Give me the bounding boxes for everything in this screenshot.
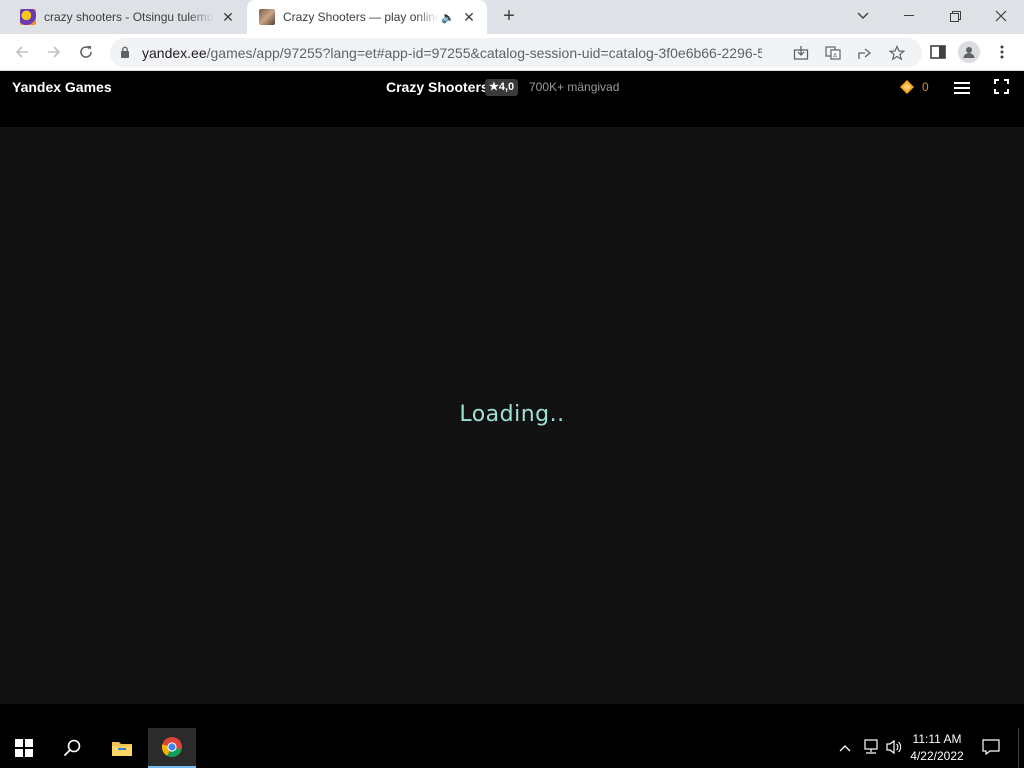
close-tab-icon[interactable]: ✕ (220, 9, 236, 25)
restore-button[interactable] (932, 0, 978, 32)
audio-playing-icon[interactable]: 🔈 (441, 11, 455, 24)
tab-search-chevron-icon[interactable] (840, 0, 886, 32)
url-text[interactable]: yandex.ee/games/app/97255?lang=et#app-id… (142, 45, 762, 61)
yandex-games-header: Yandex Games Crazy Shooters ★4,0 700K+ m… (0, 71, 1024, 127)
translate-icon[interactable]: A (823, 43, 843, 63)
notifications-icon[interactable] (982, 739, 1000, 758)
network-icon[interactable] (862, 739, 880, 758)
tab-strip: crazy shooters - Otsingu tulemused ✕ Cra… (0, 0, 1024, 34)
chrome-menu-icon[interactable] (991, 41, 1013, 63)
clock-date[interactable]: 4/22/2022 (905, 749, 969, 763)
coin-balance[interactable]: 0 (922, 80, 929, 94)
volume-icon[interactable] (885, 739, 903, 758)
tab-search-results[interactable]: crazy shooters - Otsingu tulemused ✕ (8, 0, 246, 34)
start-button[interactable] (0, 728, 48, 768)
close-tab-icon[interactable]: ✕ (461, 9, 477, 25)
new-tab-button[interactable]: + (499, 6, 519, 27)
windows-taskbar: 11:11 AM 4/22/2022 (0, 728, 1024, 768)
minimize-button[interactable] (886, 0, 932, 32)
rating-badge: ★4,0 (485, 79, 519, 96)
loading-text: Loading.. (459, 402, 565, 427)
chrome-taskbar-button[interactable] (148, 728, 196, 768)
fullscreen-icon[interactable] (994, 79, 1009, 94)
yandex-games-logo[interactable]: Yandex Games (12, 79, 112, 95)
chrome-icon (161, 737, 182, 758)
file-explorer-button[interactable] (98, 728, 146, 768)
forward-button[interactable] (42, 40, 66, 64)
address-bar[interactable]: yandex.ee/games/app/97255?lang=et#app-id… (110, 38, 922, 67)
reload-button[interactable] (74, 40, 98, 64)
profile-avatar-icon[interactable] (958, 41, 980, 63)
url-host: yandex.ee (142, 45, 207, 61)
side-panel-icon[interactable] (927, 41, 949, 63)
show-desktop-button[interactable] (1018, 728, 1019, 768)
taskbar-search-button[interactable] (48, 728, 96, 768)
tab-title: Crazy Shooters — play online (283, 10, 440, 24)
player-count: 700K+ mängivad (529, 80, 620, 94)
game-title: Crazy Shooters (386, 79, 489, 95)
tab-title: crazy shooters - Otsingu tulemused (44, 10, 214, 24)
share-icon[interactable] (855, 43, 875, 63)
url-path: /games/app/97255?lang=et#app-id=97255&ca… (206, 45, 762, 61)
bookmark-star-icon[interactable] (887, 43, 907, 63)
folder-icon (112, 742, 132, 756)
tab-crazy-shooters[interactable]: Crazy Shooters — play online 🔈 ✕ (247, 0, 487, 34)
install-app-icon[interactable] (791, 43, 811, 63)
coin-icon[interactable] (900, 80, 914, 94)
search-icon (63, 739, 81, 757)
lock-icon[interactable] (120, 46, 130, 58)
close-window-button[interactable] (978, 0, 1024, 32)
back-button[interactable] (10, 40, 34, 64)
clock-time[interactable]: 11:11 AM (905, 732, 969, 746)
search-favicon-icon (20, 9, 36, 25)
game-canvas[interactable]: Loading.. (0, 127, 1024, 704)
windows-logo-icon (15, 739, 33, 757)
game-favicon-icon (259, 9, 275, 25)
hamburger-menu-icon[interactable] (954, 81, 970, 95)
show-hidden-icons-chevron-icon[interactable] (839, 740, 851, 755)
browser-toolbar: yandex.ee/games/app/97255?lang=et#app-id… (0, 34, 1024, 71)
